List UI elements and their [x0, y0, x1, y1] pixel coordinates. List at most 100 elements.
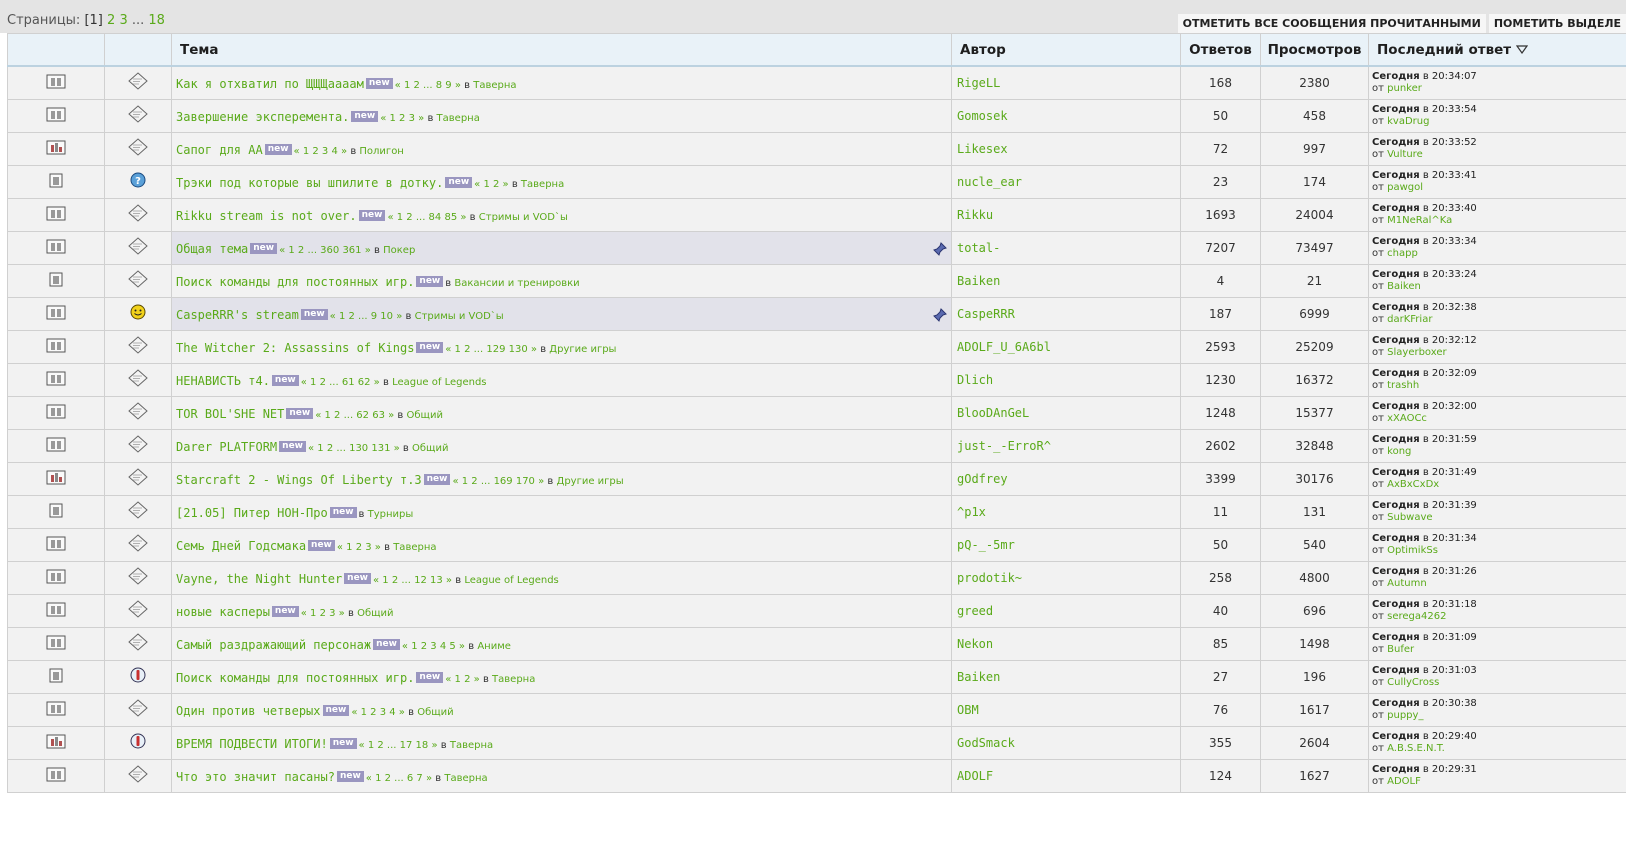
forum-link[interactable]: Полигон: [359, 146, 403, 157]
topic-pages[interactable]: « 1 2 ... 61 62 »: [301, 377, 380, 388]
author-link[interactable]: nucle_ear: [951, 164, 1181, 199]
author-link[interactable]: ADOLF_U_6A6bl: [951, 329, 1181, 364]
header-last-reply[interactable]: Последний ответ: [1368, 33, 1626, 67]
forum-link[interactable]: Другие игры: [549, 344, 616, 355]
topic-title-link[interactable]: CaspeRRR's stream: [176, 308, 299, 322]
forum-link[interactable]: Таверна: [437, 113, 480, 124]
forum-link[interactable]: Таверна: [492, 674, 535, 685]
topic-pages[interactable]: « 1 2 ... 360 361 »: [279, 245, 371, 256]
forum-link[interactable]: League of Legends: [464, 575, 558, 586]
topic-title-link[interactable]: Что это значит пасаны?: [176, 770, 335, 784]
last-reply-user-link[interactable]: M1NeRal^Ka: [1387, 215, 1452, 226]
author-link[interactable]: Rikku: [951, 197, 1181, 232]
forum-link[interactable]: Вакансии и тренировки: [454, 278, 579, 289]
forum-link[interactable]: Стримы и VOD`ы: [479, 212, 568, 223]
author-link[interactable]: gOdfrey: [951, 461, 1181, 496]
author-link[interactable]: Gomosek: [951, 98, 1181, 133]
author-link[interactable]: Dlich: [951, 362, 1181, 397]
forum-link[interactable]: Аниме: [477, 641, 511, 652]
header-replies[interactable]: Ответов: [1180, 33, 1261, 67]
author-link[interactable]: ADOLF: [951, 758, 1181, 793]
topic-title-link[interactable]: Starcraft 2 - Wings Of Liberty т.3: [176, 473, 422, 487]
forum-link[interactable]: Покер: [383, 245, 415, 256]
mark-selected-button[interactable]: Пометить выделе: [1488, 14, 1626, 34]
topic-pages[interactable]: « 1 2 3 »: [301, 608, 345, 619]
last-reply-user-link[interactable]: Baiken: [1387, 281, 1421, 292]
topic-pages[interactable]: « 1 2 ... 129 130 »: [445, 344, 537, 355]
author-link[interactable]: Baiken: [951, 659, 1181, 694]
author-link[interactable]: ^p1x: [951, 494, 1181, 529]
header-author[interactable]: Автор: [951, 33, 1181, 67]
forum-link[interactable]: Турниры: [368, 509, 414, 520]
last-reply-user-link[interactable]: Subwave: [1387, 512, 1432, 523]
last-reply-user-link[interactable]: A.B.S.E.N.T.: [1387, 743, 1445, 754]
topic-pages[interactable]: « 1 2 3 4 »: [351, 707, 405, 718]
last-reply-user-link[interactable]: xXAOCc: [1387, 413, 1427, 424]
last-reply-user-link[interactable]: darKFriar: [1387, 314, 1432, 325]
topic-pages[interactable]: « 1 2 ... 6 7 »: [366, 773, 432, 784]
topic-title-link[interactable]: Rikku stream is not over.: [176, 209, 357, 223]
topic-pages[interactable]: « 1 2 ... 84 85 »: [387, 212, 466, 223]
topic-title-link[interactable]: The Witcher 2: Assassins of Kings: [176, 341, 414, 355]
last-reply-user-link[interactable]: serega4262: [1387, 611, 1446, 622]
author-link[interactable]: pQ-_-5mr: [951, 527, 1181, 562]
last-reply-user-link[interactable]: Vulture: [1387, 149, 1423, 160]
topic-title-link[interactable]: Общая тема: [176, 242, 248, 256]
topic-pages[interactable]: « 1 2 ... 130 131 »: [308, 443, 400, 454]
last-reply-user-link[interactable]: CullyCross: [1387, 677, 1439, 688]
last-reply-user-link[interactable]: Slayerboxer: [1387, 347, 1446, 358]
pagination-last[interactable]: 18: [148, 13, 165, 28]
topic-title-link[interactable]: Как я отхватил по ЩЩЩаааам: [176, 77, 364, 91]
last-reply-user-link[interactable]: kong: [1387, 446, 1411, 457]
topic-title-link[interactable]: новые касперы: [176, 605, 270, 619]
topic-pages[interactable]: « 1 2 ... 62 63 »: [315, 410, 394, 421]
topic-title-link[interactable]: [21.05] Питер НОН-Про: [176, 506, 328, 520]
author-link[interactable]: Baiken: [951, 263, 1181, 298]
topic-pages[interactable]: « 1 2 ... 8 9 »: [395, 80, 461, 91]
topic-title-link[interactable]: НЕНАВИСТЬ т4.: [176, 374, 270, 388]
author-link[interactable]: BlooDAnGeL: [951, 395, 1181, 430]
author-link[interactable]: Nekon: [951, 626, 1181, 661]
topic-pages[interactable]: « 1 2 3 4 »: [294, 146, 348, 157]
last-reply-user-link[interactable]: trashh: [1387, 380, 1419, 391]
author-link[interactable]: Likesex: [951, 131, 1181, 166]
last-reply-user-link[interactable]: ADOLF: [1387, 776, 1421, 787]
topic-pages[interactable]: « 1 2 3 »: [337, 542, 381, 553]
topic-title-link[interactable]: Vayne, the Night Hunter: [176, 572, 342, 586]
topic-title-link[interactable]: TOR BOL'SHE NET: [176, 407, 284, 421]
forum-link[interactable]: Общий: [412, 443, 448, 454]
forum-link[interactable]: Таверна: [393, 542, 436, 553]
last-reply-user-link[interactable]: pawgol: [1387, 182, 1423, 193]
forum-link[interactable]: Стримы и VOD`ы: [415, 311, 504, 322]
forum-link[interactable]: Общий: [407, 410, 443, 421]
last-reply-user-link[interactable]: punker: [1387, 83, 1422, 94]
forum-link[interactable]: Таверна: [450, 740, 493, 751]
forum-link[interactable]: Таверна: [521, 179, 564, 190]
last-reply-user-link[interactable]: Bufer: [1387, 644, 1414, 655]
last-reply-user-link[interactable]: AxBxCxDx: [1387, 479, 1439, 490]
last-reply-user-link[interactable]: chapp: [1387, 248, 1418, 259]
last-reply-user-link[interactable]: puppy_: [1387, 710, 1423, 721]
header-topic[interactable]: Тема: [171, 33, 952, 67]
topic-pages[interactable]: « 1 2 ... 17 18 »: [359, 740, 438, 751]
mark-all-read-button[interactable]: Отметить все сообщения прочитанными: [1177, 14, 1486, 34]
pagination-page-3[interactable]: 3: [119, 13, 127, 28]
forum-link[interactable]: Другие игры: [557, 476, 624, 487]
author-link[interactable]: greed: [951, 593, 1181, 628]
topic-title-link[interactable]: Поиск команды для постоянных игр.: [176, 275, 414, 289]
author-link[interactable]: GodSmack: [951, 725, 1181, 760]
topic-pages[interactable]: « 1 2 »: [445, 674, 480, 685]
author-link[interactable]: prodotik~: [951, 560, 1181, 595]
topic-title-link[interactable]: Один против четверых: [176, 704, 321, 718]
last-reply-user-link[interactable]: OptimikSs: [1387, 545, 1438, 556]
topic-title-link[interactable]: Семь Дней Годсмака: [176, 539, 306, 553]
forum-link[interactable]: Таверна: [473, 80, 516, 91]
topic-title-link[interactable]: Сапог для АА: [176, 143, 263, 157]
author-link[interactable]: CaspeRRR: [951, 296, 1181, 331]
topic-title-link[interactable]: Самый раздражающий персонаж: [176, 638, 371, 652]
header-views[interactable]: Просмотров: [1260, 33, 1369, 67]
author-link[interactable]: RigeLL: [951, 65, 1181, 100]
topic-pages[interactable]: « 1 2 »: [474, 179, 509, 190]
topic-pages[interactable]: « 1 2 3 4 5 »: [402, 641, 465, 652]
topic-title-link[interactable]: ВРЕМЯ ПОДВЕСТИ ИТОГИ!: [176, 737, 328, 751]
